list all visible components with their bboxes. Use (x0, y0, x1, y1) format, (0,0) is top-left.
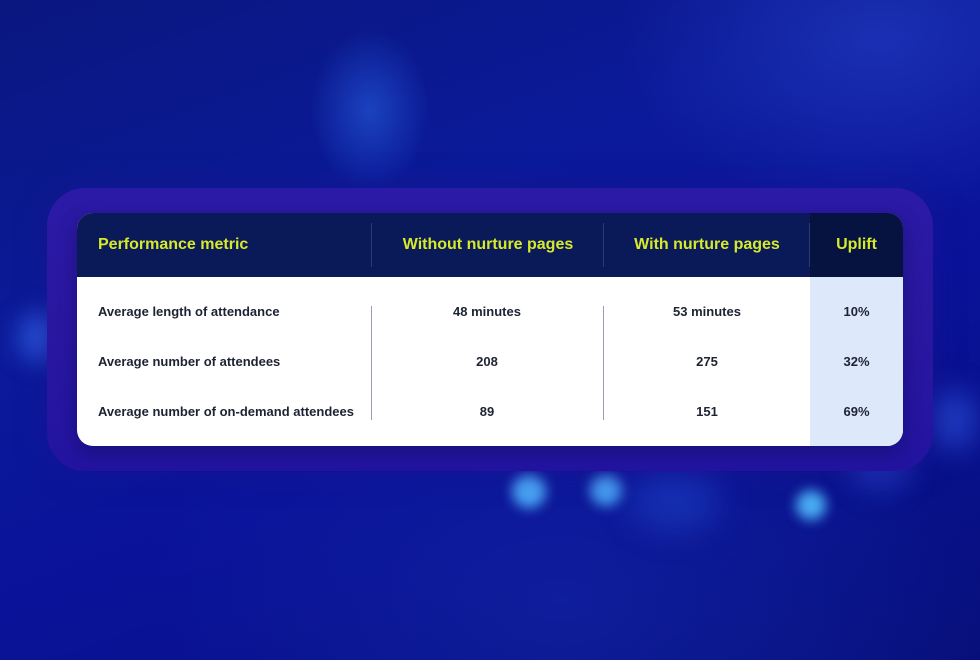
without-value: 89 (479, 404, 495, 419)
header-uplift: Uplift (836, 236, 877, 253)
background-glow (796, 490, 826, 520)
header-without-nurture-pages: Without nurture pages (402, 236, 574, 253)
without-value: 208 (476, 354, 498, 369)
background-glow (930, 390, 976, 450)
uplift-value: 10% (843, 304, 870, 319)
with-value: 53 minutes (673, 304, 741, 319)
with-value: 275 (696, 354, 718, 369)
with-value: 151 (696, 404, 718, 419)
uplift-value: 69% (843, 404, 870, 419)
metric-label: Average length of attendance (98, 304, 280, 319)
metric-label: Average number of on-demand attendees (98, 404, 354, 419)
without-value: 48 minutes (453, 304, 521, 319)
comparison-table: Performance metric Without nurture pages… (77, 213, 903, 446)
header-performance-metric: Performance metric (98, 236, 249, 253)
background-glow (512, 474, 546, 508)
background-glow (630, 470, 720, 530)
background-glow (590, 474, 622, 506)
table-header: Performance metric Without nurture pages… (77, 213, 903, 277)
uplift-value: 32% (843, 354, 870, 369)
metric-label: Average number of attendees (98, 354, 281, 369)
header-with-nurture-pages: With nurture pages (634, 236, 780, 253)
